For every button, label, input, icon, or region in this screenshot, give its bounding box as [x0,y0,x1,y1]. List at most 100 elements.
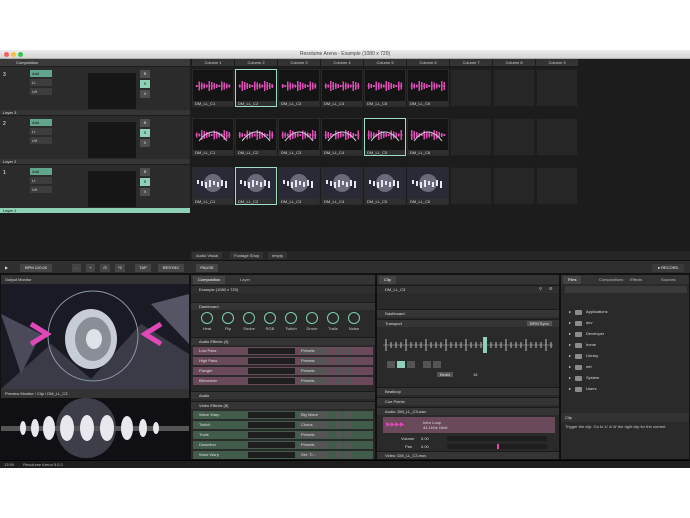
folder-item[interactable]: System [586,375,599,380]
loop-button[interactable] [423,361,431,368]
dashboard-knob[interactable] [327,312,339,324]
pause-button[interactable]: PAUSE [196,264,218,272]
presets-dropdown[interactable]: Presets [299,442,327,448]
layer-control-button[interactable]: B [140,70,150,78]
bpm-double-button[interactable]: *2 [115,264,125,272]
tree-expand-icon[interactable]: ▸ [569,320,571,325]
dashboard-knob[interactable] [222,312,234,324]
tap-button[interactable]: TAP [135,264,151,272]
effect-close-button[interactable] [345,452,352,458]
effect-close-button[interactable] [345,348,352,354]
cue-points-section[interactable]: Cue Points [377,397,559,405]
presets-dropdown[interactable]: Presets [299,358,327,364]
comp-dashboard-section[interactable]: Dashboard [191,302,375,310]
column-header[interactable]: Column 8 [493,59,536,66]
tree-expand-icon[interactable]: ▸ [569,364,571,369]
layer-control-button[interactable]: X [140,90,150,98]
layer-control-button[interactable]: S [140,80,150,88]
column-header[interactable]: Column 5 [364,59,407,66]
folder-item[interactable]: Applications [586,309,608,314]
close-window-button[interactable] [4,52,9,57]
audio-effect-row[interactable]: Low Pass Presets [193,347,373,355]
empty-clip-slot[interactable] [450,69,492,107]
audio-effect-row[interactable]: Bitcrusher Presets [193,377,373,385]
effect-slider[interactable] [248,412,295,418]
effect-bypass-button[interactable] [335,412,342,418]
blend-option[interactable]: Lift [30,137,52,144]
effect-slider[interactable] [248,442,295,448]
empty-clip-slot[interactable] [450,167,492,205]
tree-expand-icon[interactable]: ▸ [569,309,571,314]
video-effects-section[interactable]: Video Effects (8) [191,401,375,409]
pause-clip-button[interactable] [397,361,405,368]
empty-clip-slot[interactable] [536,118,578,156]
effect-slider[interactable] [248,348,295,354]
dashboard-knob[interactable] [306,312,318,324]
dashboard-knob[interactable] [264,312,276,324]
transport-timeline[interactable] [383,333,553,357]
layer-control-button[interactable]: X [140,188,150,196]
effect-slider[interactable] [248,378,295,384]
composition-label[interactable]: Composition [16,60,38,65]
folder-item[interactable]: dev [586,320,592,325]
empty-clip-slot[interactable] [450,118,492,156]
layer-control-button[interactable]: B [140,119,150,127]
presets-dropdown[interactable]: Chaos [299,422,327,428]
deck-tab[interactable]: Audio Visual [192,252,223,259]
dashboard-knob[interactable] [285,312,297,324]
layer-name[interactable]: Layer 1 [0,208,190,213]
clip-cell[interactable]: DM_LL_C3 [278,69,320,107]
tab-clip[interactable]: Clip [379,276,396,284]
column-header[interactable]: Column 1 [192,59,235,66]
video-effect-row[interactable]: Wave Warp Big Wave [193,411,373,419]
effect-slider[interactable] [248,358,295,364]
folder-item[interactable]: Developer [586,331,604,336]
effect-bypass-button[interactable] [335,368,342,374]
clip-cell[interactable]: DM_LL_C4 [321,118,363,156]
bpm-plus-button[interactable]: + [86,264,95,272]
bpm-minus-button[interactable]: - [72,264,81,272]
presets-dropdown[interactable]: Presets [299,348,327,354]
layer-name[interactable]: Layer 2 [0,159,190,164]
clip-cell[interactable]: DM_LL_C5 [364,118,406,156]
effect-slider[interactable] [248,368,295,374]
column-header[interactable]: Column 9 [536,59,579,66]
clip-cell[interactable]: DM_LL_C6 [407,118,449,156]
effect-close-button[interactable] [345,442,352,448]
pan-slider[interactable] [447,444,547,449]
clip-cell[interactable]: DM_LL_C2 [235,69,277,107]
blend-option[interactable]: Add [30,168,52,175]
video-effect-row[interactable]: Distortion Presets [193,441,373,449]
clip-cell[interactable]: DM_LL_C3 [278,118,320,156]
audio-effect-row[interactable]: Flanger Presets [193,367,373,375]
folder-item[interactable]: Library [586,353,598,358]
dashboard-knob[interactable] [348,312,360,324]
clip-cell[interactable]: DM_LL_C1 [192,167,234,205]
layer-name[interactable]: Layer 3 [0,110,190,115]
tree-expand-icon[interactable]: ▸ [569,375,571,380]
effect-bypass-button[interactable] [335,442,342,448]
presets-dropdown[interactable]: Presets [299,378,327,384]
effect-bypass-button[interactable] [335,432,342,438]
tree-expand-icon[interactable]: ▸ [569,342,571,347]
beatloop-section[interactable]: Beatloop [377,387,559,395]
effect-close-button[interactable] [345,358,352,364]
presets-dropdown[interactable]: Presets [299,432,327,438]
folder-item[interactable]: net [586,364,592,369]
clip-cell[interactable]: DM_LL_C6 [407,69,449,107]
effect-bypass-button[interactable] [335,348,342,354]
play-icon[interactable]: ▶ [5,265,8,270]
minimize-window-button[interactable] [11,52,16,57]
effect-close-button[interactable] [345,378,352,384]
effect-close-button[interactable] [345,368,352,374]
video-file-section[interactable]: Video: DM_LL_C3.mov [377,451,559,459]
layer-control-button[interactable]: B [140,168,150,176]
blend-option[interactable]: Lift [30,88,52,95]
volume-slider[interactable] [447,436,547,441]
presets-dropdown[interactable]: Big Wave [299,412,327,418]
effect-slider[interactable] [248,432,295,438]
blend-option[interactable]: Lt [30,128,52,135]
effect-close-button[interactable] [345,412,352,418]
clip-cell[interactable]: DM_LL_C6 [407,167,449,205]
empty-clip-slot[interactable] [493,167,535,205]
